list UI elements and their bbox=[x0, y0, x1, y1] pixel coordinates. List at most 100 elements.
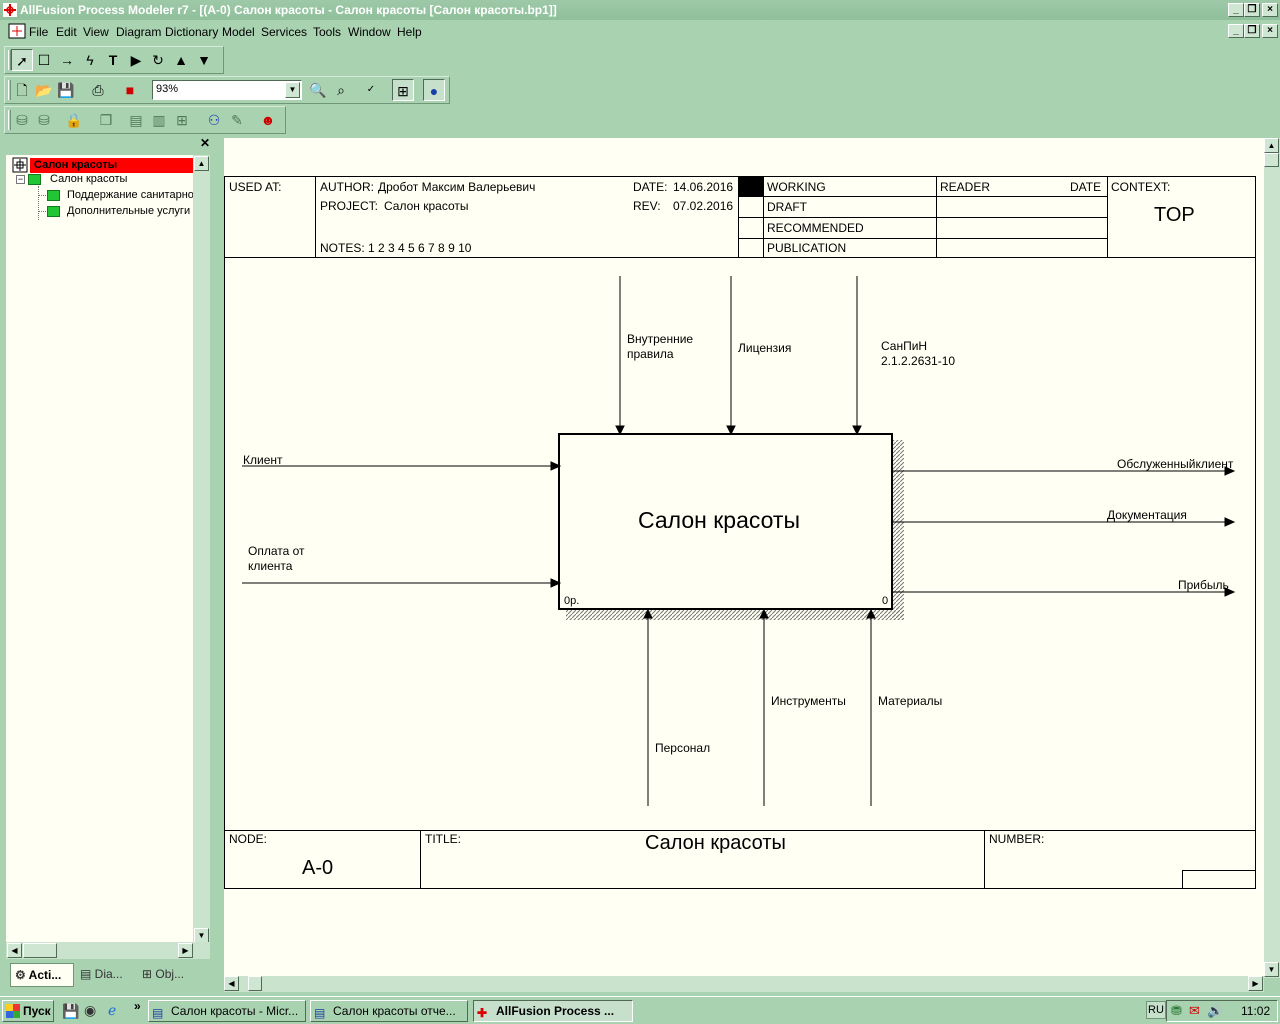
print-icon[interactable]: ⎙ bbox=[87, 79, 109, 101]
grid-icon[interactable]: ⊞ bbox=[171, 109, 193, 131]
input-label-client[interactable]: Клиент bbox=[243, 453, 283, 467]
scroll-left-icon[interactable]: ◀ bbox=[7, 943, 22, 958]
doc-restore-button[interactable]: ❐ bbox=[1244, 24, 1260, 38]
database-icon[interactable]: ⛁ bbox=[11, 109, 33, 131]
language-indicator[interactable]: RU bbox=[1146, 1001, 1166, 1019]
used-at-label: USED AT: bbox=[229, 180, 282, 194]
menu-dictionary[interactable]: Dictionary bbox=[165, 25, 218, 39]
more-chevron-icon[interactable]: » bbox=[134, 999, 141, 1013]
squiggle-tool-icon[interactable]: ϟ bbox=[79, 49, 101, 71]
arrow-tool-icon[interactable]: → bbox=[56, 49, 78, 71]
tree-item-main[interactable]: Салон красоты bbox=[50, 172, 127, 187]
menu-tools[interactable]: Tools bbox=[313, 25, 341, 39]
mechanism-label-materials[interactable]: Материалы bbox=[878, 694, 942, 708]
document-icon[interactable] bbox=[8, 23, 26, 39]
tab-objects[interactable]: ⊞ Obj... bbox=[138, 963, 198, 987]
scroll-up-icon[interactable]: ▲ bbox=[1264, 138, 1279, 153]
text-tool-icon[interactable]: T bbox=[102, 49, 124, 71]
collapse-icon[interactable]: − bbox=[16, 175, 25, 184]
save-icon[interactable]: 💾 bbox=[62, 1003, 79, 1019]
status-working: WORKING bbox=[767, 180, 826, 194]
mechanism-label-staff[interactable]: Персонал bbox=[655, 741, 710, 755]
output-label-documentation[interactable]: Документация bbox=[1107, 508, 1187, 522]
database-2-icon[interactable]: ⛁ bbox=[33, 109, 55, 131]
scroll-down-icon[interactable]: ▼ bbox=[1264, 962, 1279, 977]
zoom-select[interactable]: 93% ▼ bbox=[152, 80, 302, 100]
menu-help[interactable]: Help bbox=[397, 25, 422, 39]
close-button[interactable]: × bbox=[1262, 3, 1278, 17]
lock-icon[interactable]: 🔒 bbox=[63, 109, 85, 131]
tab-activities[interactable]: ⚙ Acti... bbox=[10, 963, 74, 987]
control-label-rules[interactable]: Внутренние правила bbox=[627, 332, 707, 362]
play-icon[interactable]: ▶ bbox=[125, 49, 147, 71]
scroll-left-icon[interactable]: ◀ bbox=[224, 976, 239, 991]
box-tool-icon[interactable]: ☐ bbox=[33, 49, 55, 71]
tree-vertical-scrollbar[interactable]: ▲ ▼ bbox=[193, 155, 210, 943]
color-palette-icon[interactable]: ■ bbox=[119, 79, 141, 101]
menu-diagram[interactable]: Diagram bbox=[116, 25, 161, 39]
save-icon[interactable]: 💾 bbox=[55, 79, 77, 101]
pointer-tool-icon[interactable]: ➚ bbox=[11, 49, 33, 71]
output-label-served-client[interactable]: Обслуженныйклиент bbox=[1117, 457, 1233, 471]
globe-icon[interactable]: ● bbox=[423, 79, 445, 101]
menu-model[interactable]: Model bbox=[222, 25, 255, 39]
network-icon[interactable]: ⛃ bbox=[1171, 1003, 1182, 1019]
zoom-in-icon[interactable]: 🔍 bbox=[307, 79, 329, 101]
menu-edit[interactable]: Edit bbox=[56, 25, 77, 39]
mechanism-label-tools[interactable]: Инструменты bbox=[771, 694, 846, 708]
system-tray: ⛃ ✉ 🔊 11:02 bbox=[1166, 1000, 1278, 1022]
cube-icon[interactable]: ❒ bbox=[95, 109, 117, 131]
canvas-horizontal-scrollbar[interactable]: ◀ ▶ bbox=[224, 976, 1264, 992]
scroll-down-icon[interactable]: ▼ bbox=[194, 928, 209, 943]
output-label-profit[interactable]: Прибыль bbox=[1178, 578, 1229, 592]
start-button[interactable]: Пуск bbox=[2, 1000, 54, 1022]
clock[interactable]: 11:02 bbox=[1241, 1004, 1270, 1018]
model-explorer-icon[interactable]: ⊞ bbox=[392, 79, 414, 101]
close-icon[interactable]: ✕ bbox=[199, 137, 211, 150]
refresh-icon[interactable]: ↻ bbox=[147, 49, 169, 71]
task-word-2[interactable]: ▤ Салон красоты отче... bbox=[310, 1000, 468, 1022]
restore-button[interactable]: ❐ bbox=[1244, 3, 1260, 17]
node-label: NODE: bbox=[229, 832, 268, 846]
security-icon[interactable]: ✉ bbox=[1189, 1003, 1200, 1019]
users-icon[interactable]: ⚇ bbox=[203, 109, 225, 131]
tree-horizontal-scrollbar[interactable]: ◀ ▶ bbox=[6, 942, 210, 959]
down-icon[interactable]: ▼ bbox=[193, 49, 215, 71]
chevron-down-icon[interactable]: ▼ bbox=[285, 82, 300, 98]
zoom-fit-icon[interactable]: ⌕ bbox=[330, 79, 352, 101]
scroll-right-icon[interactable]: ▶ bbox=[178, 943, 193, 958]
control-label-license[interactable]: Лицензия bbox=[738, 341, 791, 355]
report-2-icon[interactable]: ▥ bbox=[148, 109, 170, 131]
tree-root[interactable]: Салон красоты bbox=[30, 158, 200, 173]
rev-value: 07.02.2016 bbox=[673, 199, 734, 213]
task-allfusion[interactable]: ✚ AllFusion Process ... bbox=[473, 1000, 633, 1022]
browser-icon[interactable]: ℯ bbox=[108, 1002, 124, 1018]
doc-minimize-button[interactable]: _ bbox=[1228, 24, 1244, 38]
activity-box-title[interactable]: Салон красоты bbox=[638, 507, 800, 534]
media-player-icon[interactable]: ◉ bbox=[84, 1002, 100, 1018]
volume-icon[interactable]: 🔊 bbox=[1207, 1003, 1223, 1019]
report-icon[interactable]: ▤ bbox=[125, 109, 147, 131]
scroll-right-icon[interactable]: ▶ bbox=[1248, 976, 1263, 991]
canvas-vertical-scrollbar[interactable]: ▲ ▼ bbox=[1264, 138, 1280, 978]
menu-window[interactable]: Window bbox=[348, 25, 391, 39]
menu-file[interactable]: File bbox=[29, 25, 48, 39]
menu-services[interactable]: Services bbox=[261, 25, 307, 39]
task-word-1[interactable]: ▤ Салон красоты - Micr... bbox=[148, 1000, 306, 1022]
open-folder-icon[interactable]: 📂 bbox=[33, 79, 55, 101]
minimize-button[interactable]: _ bbox=[1228, 3, 1244, 17]
control-label-sanpin[interactable]: СанПиН 2.1.2.2631-10 bbox=[881, 339, 971, 369]
windows-logo-icon bbox=[6, 1004, 20, 1018]
up-icon[interactable]: ▲ bbox=[170, 49, 192, 71]
menu-view[interactable]: View bbox=[83, 25, 109, 39]
tab-diagrams[interactable]: ▤ Dia... bbox=[76, 963, 136, 987]
tree-item-services[interactable]: Дополнительные услуги bbox=[67, 204, 199, 219]
input-label-payment[interactable]: Оплата от клиента bbox=[248, 544, 318, 574]
tree-item-sanitary[interactable]: Поддержание санитарно bbox=[67, 188, 199, 203]
spellcheck-icon[interactable]: ✓ bbox=[360, 79, 382, 101]
doc-close-button[interactable]: × bbox=[1262, 24, 1278, 38]
tools-icon[interactable]: ✎ bbox=[226, 109, 248, 131]
person-icon[interactable]: ☻ bbox=[257, 109, 279, 131]
new-file-icon[interactable]: 🗋 bbox=[11, 79, 33, 101]
scroll-up-icon[interactable]: ▲ bbox=[194, 156, 209, 171]
